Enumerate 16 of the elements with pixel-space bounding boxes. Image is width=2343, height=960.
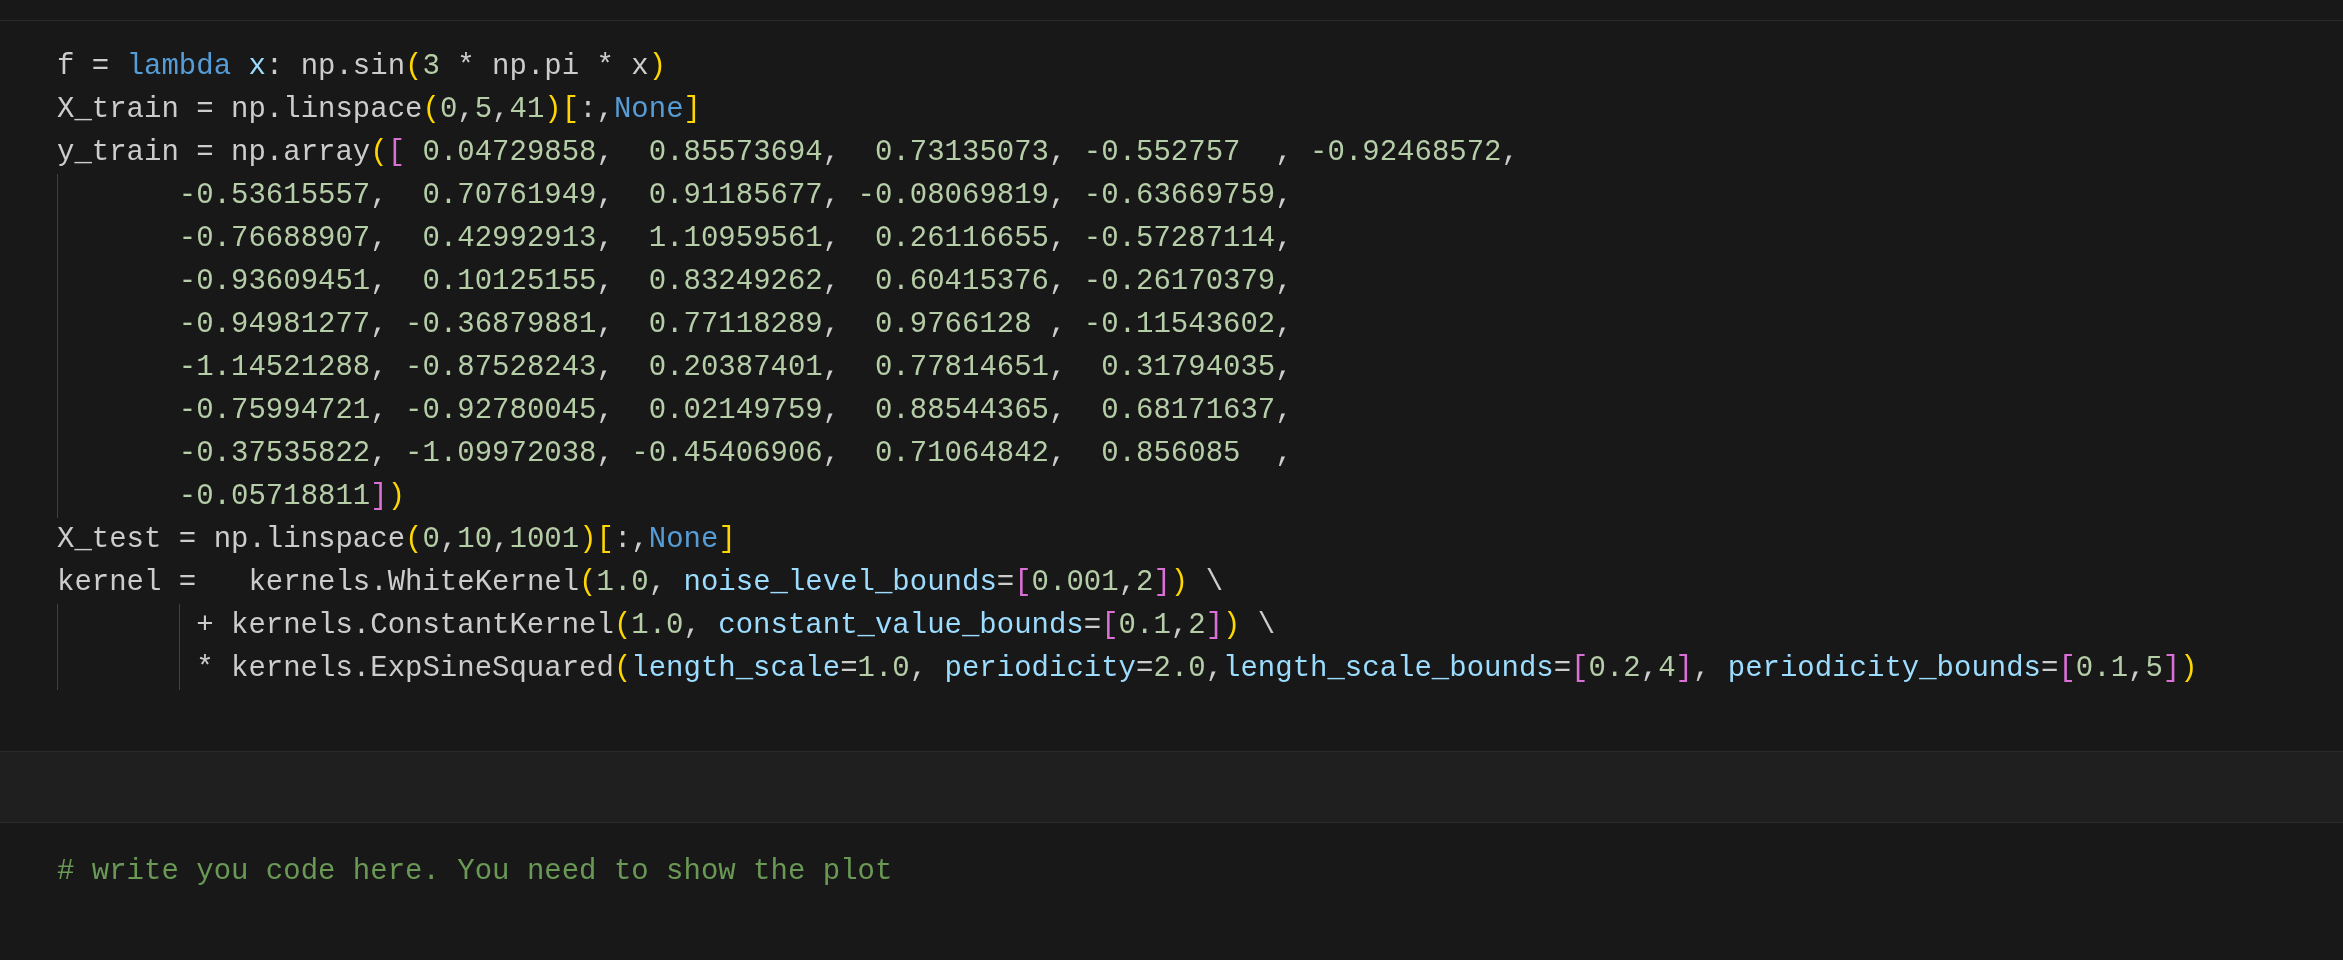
code-line: -0.05718811]) [178,478,406,515]
code-line: -0.94981277, -0.36879881, 0.77118289, 0.9766128 , -0.11543602, [178,306,1293,343]
code-line: + kernels.ConstantKernel(1.0, constant_value_bounds=[0.1,2]) \ [196,607,1276,644]
code-line: X_test = np.linspace(0,10,1001)[:,None] [57,521,736,558]
code-comment: # write you code here. You need to show the plot [57,853,893,890]
code-line: -0.76688907, 0.42992913, 1.10959561, 0.26116655, -0.57287114, [178,220,1293,257]
code-line: -0.53615557, 0.70761949, 0.91185677, -0.08069819, -0.63669759, [178,177,1293,214]
code-line: kernel = kernels.WhiteKernel(1.0, noise_level_bounds=[0.001,2]) \ [57,564,1224,601]
code-line: X_train = np.linspace(0,5,41)[:,None] [57,91,701,128]
code-line: -0.37535822, -1.09972038, -0.45406906, 0.71064842, 0.856085 , [178,435,1293,472]
code-line: -0.75994721, -0.92780045, 0.02149759, 0.88544365, 0.68171637, [178,392,1293,429]
code-line: f = lambda x: np.sin(3 * np.pi * x) [57,48,667,85]
code-line: -0.93609451, 0.10125155, 0.83249262, 0.60415376, -0.26170379, [178,263,1293,300]
code-line: y_train = np.array([ 0.04729858, 0.85573694, 0.73135073, -0.552757 , -0.92468572, [57,134,1519,171]
code-line: * kernels.ExpSineSquared(length_scale=1.0, periodicity=2.0,length_scale_bounds=[0.2,4], periodicity_bounds=[0.1,5]) [196,650,2198,687]
code-line: -1.14521288, -0.87528243, 0.20387401, 0.77814651, 0.31794035, [178,349,1293,386]
